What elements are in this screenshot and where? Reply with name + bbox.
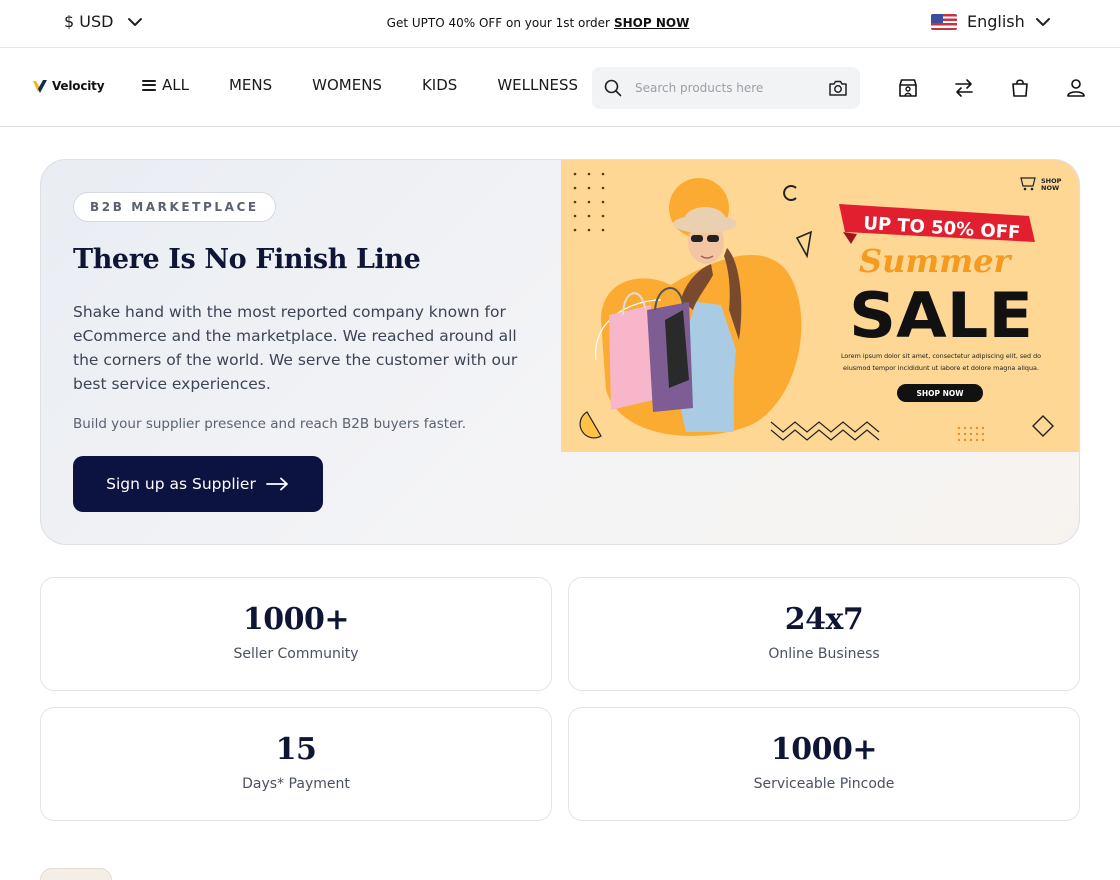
stat-card-pincode: 1000+ Serviceable Pincode (568, 707, 1080, 821)
stat-value: 1000+ (242, 602, 350, 637)
stat-value: 1000+ (770, 732, 878, 767)
arrow-right-icon (265, 477, 288, 491)
cart-icon[interactable] (1008, 76, 1032, 100)
stat-label: Days* Payment (242, 776, 350, 792)
top-announcement-bar: $ USD Get UPTO 40% OFF on your 1st order… (0, 0, 1120, 48)
user-icon[interactable] (1064, 76, 1088, 100)
language-label: English (967, 12, 1025, 31)
stat-label: Online Business (768, 646, 880, 662)
announcement-text: Get UPTO 40% OFF on your 1st order SHOP N… (0, 16, 1076, 30)
nav-item-womens[interactable]: WOMENS (312, 76, 382, 94)
stat-card-payment: 15 Days* Payment (40, 707, 552, 821)
banner-body-line2: eiusmod tempor incididunt ut labore et d… (843, 364, 1039, 372)
hero-title: There Is No Finish Line (73, 244, 421, 275)
store-icon[interactable] (896, 76, 920, 100)
compare-icon[interactable] (952, 76, 976, 100)
signup-supplier-label: Sign up as Supplier (106, 475, 256, 493)
stat-card-sellers: 1000+ Seller Community (40, 577, 552, 691)
nav-item-label: WELLNESS (497, 76, 579, 94)
nav-icon-group (896, 76, 1088, 100)
banner-button-label: SHOP NOW (916, 389, 964, 398)
sale-headline: SALE (849, 279, 1033, 352)
stat-value: 15 (275, 732, 317, 767)
nav-item-all[interactable]: ALL (142, 76, 189, 94)
summer-script-text: Summer (859, 242, 1012, 280)
logo-text: Velocity (52, 79, 105, 93)
language-selector[interactable]: English (931, 12, 1051, 31)
b2b-badge: B2B MARKETPLACE (73, 192, 276, 222)
chevron-down-icon (1035, 17, 1050, 26)
category-menu: ALL MENS WOMENS KIDS WELLNESS (142, 76, 578, 94)
logo-mark-icon (33, 80, 47, 93)
search-bar (592, 67, 860, 109)
nav-item-kids[interactable]: KIDS (422, 76, 457, 94)
search-icon[interactable] (604, 79, 622, 97)
camera-icon[interactable] (828, 79, 848, 97)
stat-label: Serviceable Pincode (753, 776, 895, 792)
hero-section: B2B MARKETPLACE There Is No Finish Line … (40, 159, 1080, 545)
us-flag-icon (931, 13, 957, 30)
stat-card-online: 24x7 Online Business (568, 577, 1080, 691)
announcement-message: Get UPTO 40% OFF on your 1st order (386, 16, 610, 30)
search-input[interactable] (635, 81, 828, 95)
nav-item-label: WOMENS (312, 76, 382, 94)
shop-now-top-line2: NOW (1041, 184, 1059, 192)
nav-item-label: ALL (162, 76, 189, 94)
summer-sale-banner[interactable]: SHOP NOW UP TO 50% OFF Summer SALE Lorem… (561, 160, 1080, 452)
banner-body-line1: Lorem ipsum dolor sit amet, consectetur … (841, 352, 1041, 360)
velocity-logo[interactable]: Velocity (32, 78, 105, 94)
stat-value: 24x7 (784, 602, 864, 637)
shop-now-link[interactable]: SHOP NOW (614, 16, 689, 30)
signup-supplier-button[interactable]: Sign up as Supplier (73, 456, 323, 512)
hero-description: Shake hand with the most reported compan… (73, 303, 518, 393)
banner-shop-now-button[interactable]: SHOP NOW (897, 384, 983, 402)
nav-item-mens[interactable]: MENS (229, 76, 272, 94)
hero-subtext: Build your supplier presence and reach B… (73, 416, 466, 432)
hamburger-icon (142, 79, 156, 91)
nav-item-label: KIDS (421, 76, 458, 94)
main-navbar: Velocity ALL MENS WOMENS KIDS WELLNESS (0, 48, 1120, 127)
nav-item-wellness[interactable]: WELLNESS (497, 76, 578, 94)
nav-item-label: MENS (228, 76, 273, 94)
stat-label: Seller Community (233, 646, 359, 662)
next-section-badge (40, 868, 112, 880)
